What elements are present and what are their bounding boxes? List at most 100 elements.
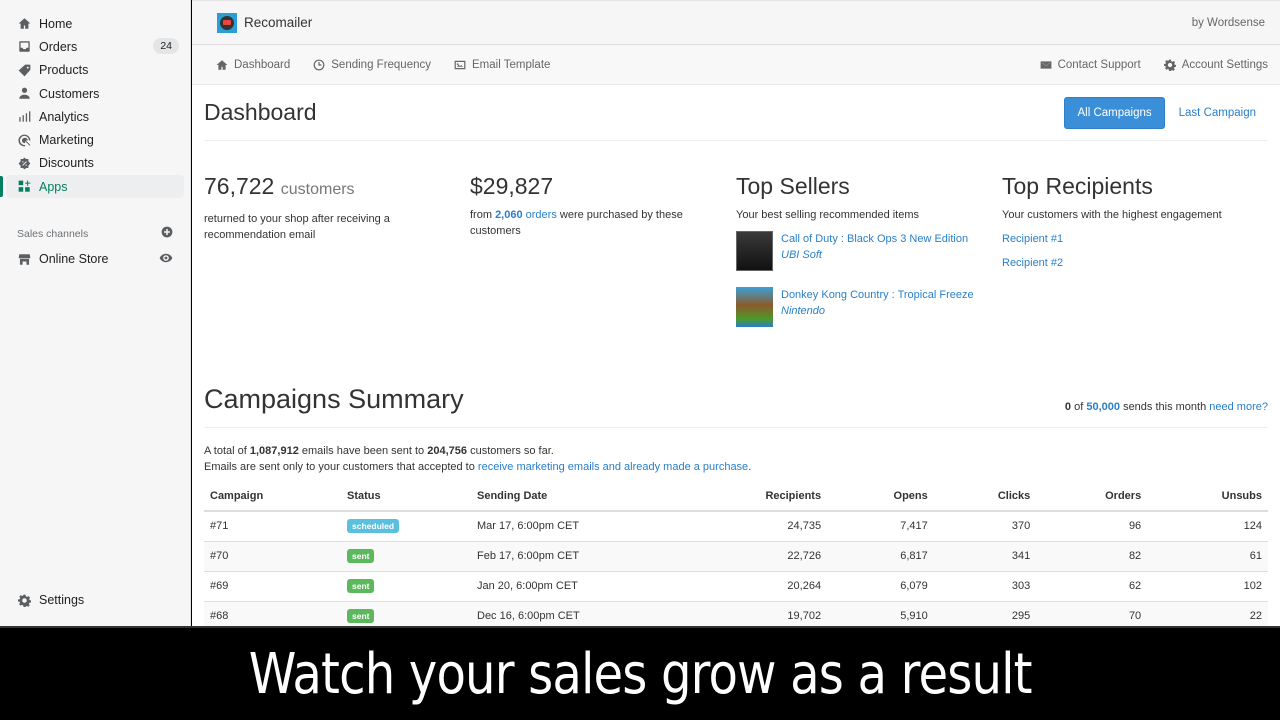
cell-unsubs: 102 (1147, 570, 1268, 601)
sidebar-item-orders[interactable]: Orders 24 (6, 35, 184, 58)
apps-icon (17, 180, 31, 194)
sidebar-item-analytics[interactable]: Analytics (6, 105, 184, 128)
orders-word: orders (525, 209, 557, 221)
cell-orders: 82 (1036, 540, 1148, 571)
nav-dashboard[interactable]: Dashboard (216, 59, 290, 71)
last-campaign-button[interactable]: Last Campaign (1165, 98, 1268, 128)
sidebar-item-label: Apps (39, 179, 68, 194)
add-channel-icon[interactable] (161, 226, 173, 241)
revenue-from-text: from (470, 209, 492, 221)
cell-orders: 70 (1036, 600, 1148, 626)
store-icon (17, 252, 31, 266)
dashboard-content: Dashboard All Campaigns Last Campaign 76… (192, 85, 1280, 626)
home-icon (17, 17, 31, 31)
tag-icon (17, 63, 31, 77)
table-row[interactable]: #71 scheduled Mar 17, 6:00pm CET 24,735 … (204, 510, 1268, 541)
bar-chart-icon (17, 110, 31, 124)
revenue-stat: $29,827 from 2,060 orders were purchased… (470, 173, 736, 373)
recipient-link[interactable]: Recipient #1 (1002, 231, 1268, 247)
nav-sending-frequency[interactable]: Sending Frequency (313, 59, 431, 71)
nav-email-template[interactable]: Email Template (454, 59, 550, 71)
summary-mid: emails have been sent to (301, 445, 425, 457)
sidebar-item-products[interactable]: Products (6, 59, 184, 82)
nav-contact-support[interactable]: Contact Support (1040, 59, 1141, 71)
col-sending-date: Sending Date (471, 482, 671, 512)
top-seller-item[interactable]: Call of Duty : Black Ops 3 New Edition UB… (736, 231, 1002, 271)
inbox-icon (17, 40, 31, 54)
col-orders: Orders (1036, 482, 1148, 512)
marketing-consent-link[interactable]: receive marketing emails and already mad… (478, 461, 748, 473)
product-name[interactable]: Call of Duty : Black Ops 3 New Edition (781, 233, 968, 245)
nav-email-template-label: Email Template (472, 58, 551, 71)
cell-status: sent (341, 600, 471, 626)
app-header: Recomailer by Wordsense (192, 0, 1280, 45)
home-icon (216, 59, 228, 70)
customers-unit: customers (280, 181, 355, 198)
col-opens: Opens (827, 482, 934, 512)
cell-orders: 62 (1036, 570, 1148, 601)
returning-customers-stat: 76,722 customers returned to your shop a… (204, 173, 470, 373)
total-emails: 1,087,912 (249, 445, 299, 457)
nav-account-settings[interactable]: Account Settings (1163, 58, 1268, 71)
sidebar-item-label: Analytics (39, 109, 90, 124)
sidebar-item-home[interactable]: Home (6, 12, 184, 35)
gear-icon (1163, 59, 1176, 71)
sidebar-item-customers[interactable]: Customers (6, 82, 184, 105)
cell-recipients: 20,264 (671, 570, 828, 601)
promo-caption: Watch your sales grow as a result (0, 626, 1280, 720)
campaigns-summary: A total of 1,087,912 emails have been se… (204, 443, 1268, 475)
app-byline: by Wordsense (1191, 16, 1265, 29)
revenue-value: $29,827 (470, 173, 554, 199)
orders-link[interactable]: 2,060 orders (495, 209, 557, 221)
top-sellers: Top Sellers Your best selling recommende… (736, 173, 1002, 373)
cell-status: scheduled (341, 510, 471, 541)
cell-opens: 7,417 (827, 510, 934, 541)
customers-count: 76,722 (204, 173, 275, 199)
product-name[interactable]: Donkey Kong Country : Tropical Freeze (781, 289, 974, 301)
cell-date: Feb 17, 6:00pm CET (471, 540, 671, 571)
nav-account-settings-label: Account Settings (1181, 58, 1268, 71)
sidebar-item-settings[interactable]: Settings (6, 589, 184, 612)
sidebar-item-online-store[interactable]: Online Store (6, 247, 184, 270)
admin-sidebar: Home Orders 24 Products Customers Analyt… (0, 0, 191, 626)
summary-prefix: A total of (204, 445, 247, 457)
status-badge: scheduled (347, 519, 400, 534)
recipient-link[interactable]: Recipient #2 (1002, 255, 1268, 271)
table-row[interactable]: #68 sent Dec 16, 6:00pm CET 19,702 5,910… (204, 600, 1268, 626)
sidebar-item-marketing[interactable]: Marketing (6, 128, 184, 151)
cell-unsubs: 61 (1147, 540, 1268, 571)
cell-clicks: 295 (933, 600, 1037, 626)
cell-unsubs: 124 (1147, 510, 1268, 541)
sidebar-item-label: Settings (39, 593, 85, 608)
summary-suffix: customers so far. (470, 445, 554, 457)
app-nav: Dashboard Sending Frequency Email Templa… (192, 45, 1280, 85)
sidebar-item-discounts[interactable]: Discounts (6, 152, 184, 175)
top-seller-item[interactable]: Donkey Kong Country : Tropical Freeze Nin… (736, 287, 1002, 327)
need-more-link[interactable]: need more? (1209, 401, 1268, 413)
sidebar-item-apps[interactable]: Apps (0, 175, 184, 199)
image-icon (454, 60, 466, 69)
page-title: Dashboard (204, 99, 317, 125)
top-recipients-title: Top Recipients (1002, 173, 1153, 199)
product-thumbnail (736, 287, 773, 327)
revenue-description: from 2,060 orders were purchased by thes… (470, 207, 700, 239)
eye-icon[interactable] (159, 251, 173, 268)
nav-contact-support-label: Contact Support (1057, 58, 1141, 71)
cell-opens: 6,817 (827, 540, 934, 571)
cell-status: sent (341, 570, 471, 601)
customers-description: returned to your shop after receiving a … (204, 213, 390, 241)
top-sellers-subtitle: Your best selling recommended items (736, 209, 920, 221)
sidebar-item-label: Discounts (39, 156, 94, 171)
app-frame: Recomailer by Wordsense Dashboard Sendin… (192, 0, 1280, 626)
sidebar-item-label: Home (39, 16, 73, 31)
orders-count: 2,060 (495, 209, 523, 221)
cell-date: Mar 17, 6:00pm CET (471, 510, 671, 541)
gear-icon (17, 593, 31, 607)
table-row[interactable]: #70 sent Feb 17, 6:00pm CET 22,726 6,817… (204, 540, 1268, 571)
table-row[interactable]: #69 sent Jan 20, 6:00pm CET 20,264 6,079… (204, 570, 1268, 601)
top-recipients-subtitle: Your customers with the highest engageme… (1002, 209, 1222, 221)
nav-sending-frequency-label: Sending Frequency (331, 58, 431, 71)
all-campaigns-button[interactable]: All Campaigns (1064, 96, 1165, 129)
cell-unsubs: 22 (1147, 600, 1268, 626)
status-badge: sent (347, 609, 375, 624)
